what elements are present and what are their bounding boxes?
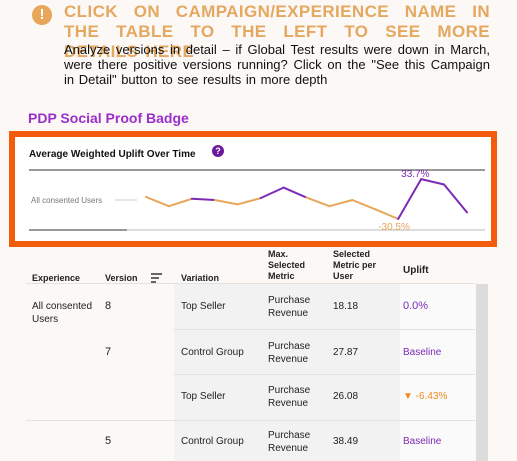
cell-value: 26.08 bbox=[333, 391, 359, 402]
uplift-line-chart: All consented Users 33.7% -30.5% bbox=[29, 169, 485, 233]
uplift-line-segment bbox=[282, 186, 308, 199]
uplift-line-segment bbox=[351, 199, 377, 211]
header-uplift[interactable]: Uplift bbox=[403, 265, 429, 276]
cell-variation: Top Seller bbox=[181, 391, 226, 402]
cell-uplift: ▼ -6.43% bbox=[403, 391, 448, 402]
min-uplift-label: -30.5% bbox=[378, 222, 410, 233]
uplift-line-segment bbox=[236, 197, 262, 206]
cell-experience[interactable]: All consented Users bbox=[32, 300, 102, 326]
cell-variation: Top Seller bbox=[181, 301, 226, 312]
cell-metric: Purchase Revenue bbox=[268, 430, 311, 454]
uplift-line-segment bbox=[190, 197, 216, 201]
cell-metric: Purchase Revenue bbox=[268, 295, 311, 319]
uplift-line-segment bbox=[397, 178, 423, 220]
cell-uplift: Baseline bbox=[403, 347, 442, 358]
header-selected-metric[interactable]: Selected Metric per User bbox=[333, 249, 385, 282]
cell-version: 8 bbox=[105, 300, 112, 312]
versions-table: Experience Version Variation Max. Select… bbox=[26, 245, 491, 461]
cell-value: 18.18 bbox=[333, 301, 359, 312]
cell-version: 7 bbox=[105, 346, 112, 358]
cell-uplift: 0.0% bbox=[403, 300, 429, 312]
uplift-line-segment bbox=[443, 183, 468, 214]
cell-value: 27.87 bbox=[333, 347, 359, 358]
chart-row-label: All consented Users bbox=[31, 196, 102, 205]
header-max-metric[interactable]: Max. Selected Metric bbox=[268, 249, 318, 282]
uplift-chart-panel: Average Weighted Uplift Over Time ? All … bbox=[9, 131, 497, 247]
cell-uplift: Baseline bbox=[403, 436, 442, 447]
exclamation-icon: ! bbox=[32, 5, 52, 25]
uplift-line-segment bbox=[145, 195, 170, 208]
table-scrollbar[interactable] bbox=[476, 284, 488, 461]
sort-icon[interactable] bbox=[151, 273, 162, 283]
cell-metric: Purchase Revenue bbox=[268, 385, 311, 409]
max-uplift-label: 33.7% bbox=[401, 169, 429, 180]
uplift-line-segment bbox=[305, 196, 331, 208]
campaign-title[interactable]: PDP Social Proof Badge bbox=[28, 110, 189, 126]
cell-variation: Control Group bbox=[181, 436, 244, 447]
notice-body: Analyze versions in detail – if Global T… bbox=[64, 42, 490, 87]
uplift-line-segment bbox=[374, 208, 400, 220]
instruction-notice: ! CLICK ON CAMPAIGN/EXPERIENCE NAME IN T… bbox=[0, 0, 517, 100]
cell-version: 5 bbox=[105, 435, 112, 447]
uplift-line-segment bbox=[328, 199, 354, 208]
uplift-line-segment bbox=[213, 199, 239, 206]
cell-variation: Control Group bbox=[181, 347, 244, 358]
cell-metric: Purchase Revenue bbox=[268, 341, 311, 365]
cell-value: 38.49 bbox=[333, 436, 359, 447]
uplift-line-segment bbox=[259, 186, 285, 200]
uplift-line-segment bbox=[167, 197, 193, 208]
